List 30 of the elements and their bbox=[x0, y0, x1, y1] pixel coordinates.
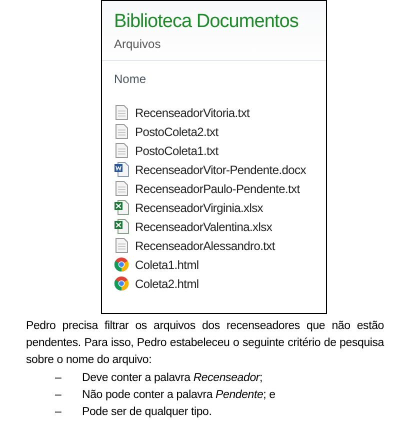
file-item[interactable]: RecenseadorPaulo-Pendente.txt bbox=[114, 179, 326, 198]
document-icon bbox=[115, 124, 128, 139]
document-icon bbox=[115, 105, 128, 120]
file-item[interactable]: RecenseadorVirginia.xlsx bbox=[114, 198, 326, 217]
word-document-icon bbox=[114, 162, 129, 177]
file-item[interactable]: RecenseadorAlessandro.txt bbox=[114, 236, 326, 255]
spreadsheet-icon bbox=[114, 200, 129, 215]
file-item[interactable]: Coleta1.html bbox=[114, 255, 326, 274]
file-item[interactable]: Coleta2.html bbox=[114, 274, 326, 293]
criterion-text: Deve conter a palavra Recenseador; bbox=[82, 371, 263, 386]
file-item[interactable]: RecenseadorVitor-Pendente.docx bbox=[114, 160, 326, 179]
spreadsheet-icon bbox=[114, 219, 129, 234]
list-dash: – bbox=[55, 405, 62, 420]
file-item[interactable]: RecenseadorValentina.xlsx bbox=[114, 217, 326, 236]
document-icon bbox=[115, 238, 128, 253]
file-item[interactable]: PostoColeta2.txt bbox=[114, 122, 326, 141]
browser-icon bbox=[114, 257, 129, 272]
browser-icon bbox=[114, 276, 129, 291]
file-item[interactable]: PostoColeta1.txt bbox=[114, 141, 326, 160]
library-subtitle: Arquivos bbox=[114, 36, 162, 53]
document-icon bbox=[115, 181, 128, 196]
file-item[interactable]: RecenseadorVitoria.txt bbox=[114, 103, 326, 122]
criterion-text: Pode ser de qualquer tipo. bbox=[82, 405, 212, 420]
question-paragraph: Pedro precisa filtrar os arquivos dos recenseadores que não estão pendentes. Para isso, Pedro estabeleceu o seguinte critério de pesquisa sobre o nome do arquivo: bbox=[26, 319, 384, 368]
document-icon bbox=[115, 143, 128, 158]
criterion-text: Não pode conter a palavra Pendente; e bbox=[82, 388, 276, 403]
library-title: Biblioteca Documentos bbox=[114, 10, 300, 34]
column-header: Nome bbox=[114, 72, 146, 86]
list-dash: – bbox=[55, 371, 62, 386]
list-dash: – bbox=[55, 388, 62, 403]
